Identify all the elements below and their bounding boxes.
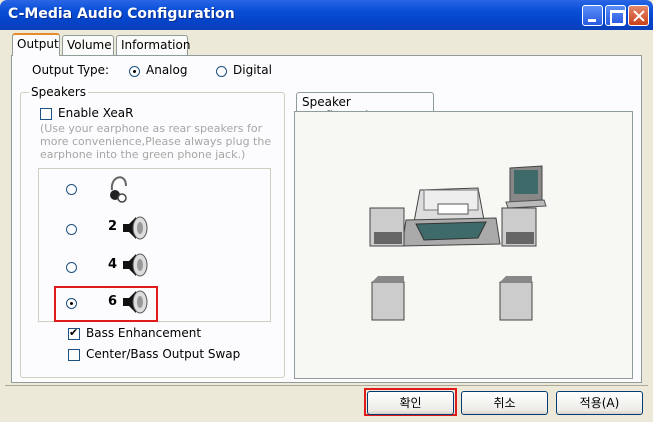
front-right-speaker-icon bbox=[501, 207, 537, 247]
apply-button[interactable]: 적용(A) bbox=[556, 391, 643, 415]
tab-output-label: Output bbox=[17, 37, 59, 51]
tab-information[interactable]: Information bbox=[116, 35, 191, 55]
speakers-6-radio[interactable] bbox=[66, 298, 77, 309]
xear-hint-text: (Use your earphone as rear speakers for … bbox=[40, 122, 272, 161]
digital-radio[interactable] bbox=[216, 66, 227, 77]
window-title: C-Media Audio Configuration bbox=[8, 6, 235, 22]
monitor-icon bbox=[505, 165, 547, 209]
speaker-icon bbox=[123, 290, 148, 314]
center-bass-swap-checkbox[interactable] bbox=[68, 349, 80, 361]
cancel-button[interactable]: 취소 bbox=[461, 391, 548, 415]
rear-left-speaker-icon bbox=[371, 276, 405, 321]
close-button[interactable] bbox=[628, 5, 649, 26]
headphones-icon bbox=[110, 176, 127, 203]
speaker-icon bbox=[123, 216, 148, 240]
speakers-6-label: 6 bbox=[108, 294, 118, 309]
minimize-button[interactable] bbox=[582, 5, 603, 26]
ok-button[interactable]: 확인 bbox=[367, 391, 454, 415]
speakers-group-title: Speakers bbox=[29, 85, 89, 99]
speakers-2-label: 2 bbox=[108, 219, 118, 234]
tab-volume-label: Volume bbox=[67, 38, 112, 52]
speaker-layout-diagram bbox=[369, 165, 547, 321]
front-left-speaker-icon bbox=[369, 207, 405, 247]
enable-xear-label: Enable XeaR bbox=[58, 106, 134, 120]
speaker-icon bbox=[123, 253, 148, 277]
bass-enhancement-label: Bass Enhancement bbox=[86, 326, 202, 340]
title-bar: C-Media Audio Configuration bbox=[0, 0, 653, 30]
speakers-2-radio[interactable] bbox=[66, 224, 77, 235]
speakers-4-label: 4 bbox=[108, 257, 118, 272]
headphones-radio[interactable] bbox=[66, 184, 77, 195]
digital-label: Digital bbox=[233, 63, 272, 77]
enable-xear-checkbox[interactable] bbox=[40, 108, 52, 120]
center-speaker-icon bbox=[401, 187, 501, 247]
rear-right-speaker-icon bbox=[499, 276, 533, 321]
center-bass-swap-label: Center/Bass Output Swap bbox=[86, 347, 241, 361]
button-separator bbox=[5, 385, 648, 386]
output-type-label: Output Type: bbox=[32, 63, 110, 77]
speakers-4-radio[interactable] bbox=[66, 262, 77, 273]
analog-label: Analog bbox=[146, 63, 188, 77]
bass-enhancement-checkbox[interactable] bbox=[68, 326, 80, 340]
tab-output[interactable]: Output bbox=[12, 33, 60, 56]
maximize-button[interactable] bbox=[605, 5, 626, 26]
tab-volume[interactable]: Volume bbox=[62, 35, 114, 55]
speaker-config-tab: Speaker Configuration bbox=[296, 92, 434, 123]
analog-radio[interactable] bbox=[129, 66, 140, 77]
tab-information-label: Information bbox=[121, 38, 191, 52]
